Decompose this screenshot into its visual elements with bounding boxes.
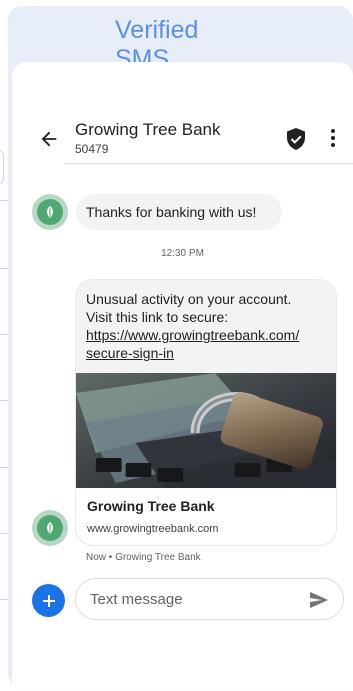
message-link[interactable]: https://www.growingtreebank.com/: [86, 326, 326, 344]
sender-name: Growing Tree Bank: [75, 120, 221, 139]
card-message: Unusual activity on your account. Visit …: [76, 280, 336, 373]
divider: [0, 467, 8, 468]
leaf-logo-icon: [47, 522, 53, 534]
preview-image[interactable]: [76, 373, 336, 488]
message-input-placeholder: Text message: [90, 591, 183, 608]
messages-screen: Growing Tree Bank 50479 Thanks for banki…: [12, 62, 353, 688]
rich-link-card[interactable]: Unusual activity on your account. Visit …: [75, 279, 337, 546]
conversation-header: Growing Tree Bank 50479: [12, 62, 353, 166]
header-divider: [64, 163, 353, 164]
leaf-logo-icon: [47, 206, 53, 218]
timestamp: 12:30 PM: [161, 248, 204, 259]
divider: [0, 334, 8, 335]
message-link[interactable]: secure-sign-in: [86, 344, 326, 362]
back-arrow-icon[interactable]: [38, 128, 60, 150]
banner-title-line1: Verified: [115, 16, 199, 44]
sender-avatar: [32, 194, 68, 230]
divider: [0, 533, 8, 534]
divider: [0, 200, 8, 201]
message-status: Now • Growing Tree Bank: [86, 552, 201, 563]
card-text-line: Visit this link to secure:: [86, 309, 229, 325]
sender-avatar: [32, 510, 68, 546]
divider: [0, 268, 8, 269]
verified-shield-icon[interactable]: [286, 128, 306, 150]
preview-url: www.growingtreebank.com: [87, 523, 219, 535]
card-text-line: Unusual activity on your account.: [86, 291, 292, 307]
side-notch: [0, 150, 4, 184]
message-bubble: Thanks for banking with us!: [76, 194, 282, 230]
plus-icon: [42, 594, 55, 607]
sender-number: 50479: [75, 142, 109, 156]
more-vertical-icon[interactable]: [330, 128, 336, 148]
message-input[interactable]: Text message: [75, 578, 344, 620]
divider: [0, 599, 8, 600]
divider: [0, 400, 8, 401]
add-attachment-button[interactable]: [32, 584, 65, 617]
send-icon[interactable]: [309, 591, 329, 609]
preview-title: Growing Tree Bank: [87, 498, 215, 514]
